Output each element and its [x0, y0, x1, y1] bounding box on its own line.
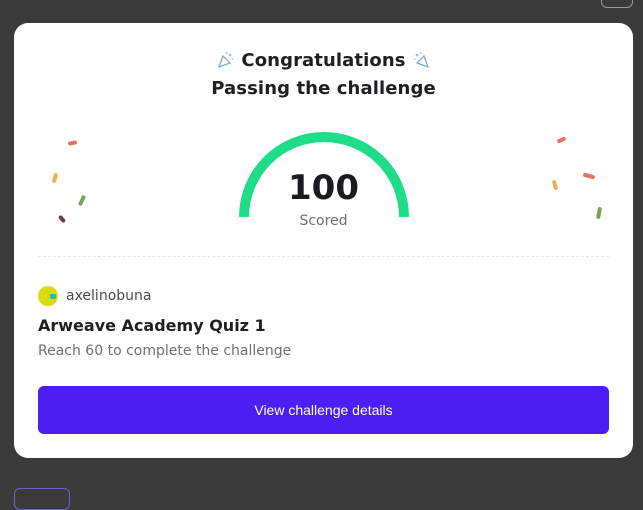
divider — [38, 256, 609, 257]
confetti-piece — [557, 136, 567, 143]
party-popper-icon — [412, 51, 430, 69]
user-info: axelinobuna — [38, 286, 151, 306]
score-value: 100 — [14, 168, 633, 208]
view-challenge-details-button[interactable]: View challenge details — [38, 386, 609, 434]
challenge-status-heading: Passing the challenge — [14, 78, 633, 99]
background-button — [601, 0, 633, 8]
challenge-result-modal: Congratulations Passing the challenge 10… — [14, 23, 633, 458]
avatar — [38, 286, 58, 306]
score-label: Scored — [14, 213, 633, 229]
confetti-piece — [68, 140, 78, 146]
username: axelinobuna — [66, 288, 151, 304]
background-button — [14, 488, 70, 510]
party-popper-icon — [217, 51, 235, 69]
quiz-title: Arweave Academy Quiz 1 — [38, 316, 266, 335]
quiz-requirement: Reach 60 to complete the challenge — [38, 343, 291, 359]
congratulations-heading: Congratulations — [14, 50, 633, 71]
congratulations-text: Congratulations — [241, 50, 405, 71]
